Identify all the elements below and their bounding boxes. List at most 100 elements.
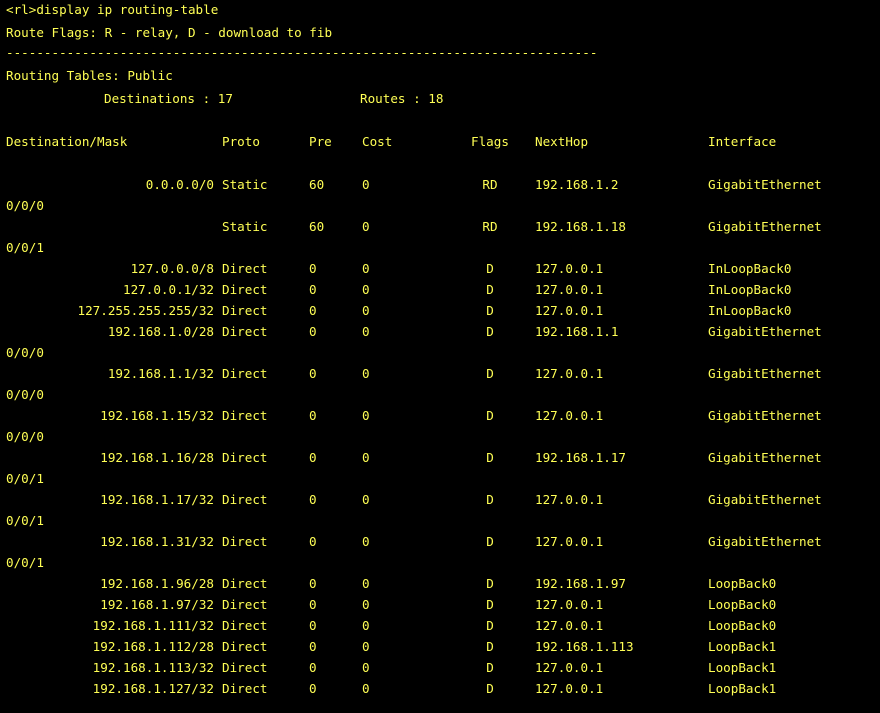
cell-pre: 0 [309,324,317,339]
cell-interface: GigabitEthernet [708,534,822,549]
cell-destination: 192.168.1.1/32 [107,366,214,381]
cell-interface: LoopBack1 [708,639,777,654]
cell-proto: Direct [222,408,268,423]
cell-interface: GigabitEthernet [708,366,822,381]
cell-interface: LoopBack1 [708,660,777,675]
command-prompt-line: <rl>display ip routing-table [6,2,219,17]
cell-nexthop: 127.0.0.1 [535,660,604,675]
header-flags: Flags [471,134,509,149]
routes-count: Routes : 18 [360,91,444,106]
cell-cost: 0 [362,618,370,633]
cell-nexthop: 127.0.0.1 [535,597,604,612]
cell-destination: 192.168.1.127/32 [92,681,214,696]
cell-pre: 0 [309,450,317,465]
header-proto: Proto [222,134,260,149]
cell-destination: 127.0.0.1/32 [123,282,214,297]
cell-nexthop: 127.0.0.1 [535,681,604,696]
cell-cost: 0 [362,282,370,297]
header-destination: Destination/Mask [6,134,128,149]
cell-flags: D [486,282,494,297]
cell-cost: 0 [362,177,370,192]
cell-proto: Direct [222,597,268,612]
cell-pre: 0 [309,282,317,297]
cell-destination: 192.168.1.111/32 [92,618,214,633]
cell-cost: 0 [362,219,370,234]
cell-nexthop: 127.0.0.1 [535,261,604,276]
cell-interface: InLoopBack0 [708,303,792,318]
terminal-window[interactable]: <rl>display ip routing-table Route Flags… [0,0,880,713]
cell-proto: Direct [222,324,268,339]
cell-interface: LoopBack0 [708,597,777,612]
cell-cost: 0 [362,324,370,339]
cell-interface: GigabitEthernet [708,219,822,234]
cell-pre: 0 [309,576,317,591]
cell-interface-wrap: 0/0/1 [6,240,44,255]
cell-interface: GigabitEthernet [708,324,822,339]
cell-flags: D [486,450,494,465]
cell-destination: 192.168.1.15/32 [100,408,214,423]
cell-pre: 60 [309,219,325,234]
cell-nexthop: 127.0.0.1 [535,366,604,381]
cell-pre: 0 [309,492,317,507]
cell-nexthop: 192.168.1.18 [535,219,626,234]
header-pre: Pre [309,134,332,149]
cell-pre: 0 [309,408,317,423]
header-nexthop: NextHop [535,134,589,149]
cell-interface: InLoopBack0 [708,282,792,297]
cell-pre: 0 [309,303,317,318]
cell-cost: 0 [362,660,370,675]
cell-flags: D [486,660,494,675]
cell-proto: Static [222,219,268,234]
cell-pre: 0 [309,681,317,696]
cell-pre: 0 [309,534,317,549]
cell-flags: D [486,492,494,507]
cell-interface-wrap: 0/0/0 [6,345,44,360]
cell-interface: GigabitEthernet [708,492,822,507]
route-flags-legend: Route Flags: R - relay, D - download to … [6,25,333,40]
cell-proto: Direct [222,303,268,318]
cell-nexthop: 127.0.0.1 [535,282,604,297]
cell-flags: D [486,303,494,318]
cell-interface: GigabitEthernet [708,177,822,192]
cell-destination: 192.168.1.16/28 [100,450,214,465]
cell-proto: Direct [222,366,268,381]
cell-nexthop: 127.0.0.1 [535,534,604,549]
cell-flags: D [486,639,494,654]
cell-flags: D [486,576,494,591]
cell-flags: D [486,534,494,549]
cell-destination: 192.168.1.0/28 [107,324,214,339]
cell-nexthop: 127.0.0.1 [535,618,604,633]
cell-cost: 0 [362,366,370,381]
cell-flags: D [486,261,494,276]
cell-flags: RD [482,219,498,234]
cell-proto: Direct [222,534,268,549]
cell-destination: 192.168.1.31/32 [100,534,214,549]
cell-nexthop: 127.0.0.1 [535,408,604,423]
cell-destination: 192.168.1.112/28 [92,639,214,654]
cell-interface: LoopBack0 [708,576,777,591]
cell-proto: Direct [222,492,268,507]
cell-cost: 0 [362,534,370,549]
cell-interface: GigabitEthernet [708,408,822,423]
cell-proto: Static [222,177,268,192]
cell-cost: 0 [362,261,370,276]
cell-pre: 0 [309,618,317,633]
cell-interface: GigabitEthernet [708,450,822,465]
cell-nexthop: 127.0.0.1 [535,303,604,318]
cell-nexthop: 192.168.1.17 [535,450,626,465]
cell-proto: Direct [222,639,268,654]
cell-interface-wrap: 0/0/1 [6,555,44,570]
cell-destination: 0.0.0.0/0 [145,177,214,192]
cell-nexthop: 192.168.1.2 [535,177,619,192]
cell-interface-wrap: 0/0/1 [6,471,44,486]
cell-nexthop: 192.168.1.97 [535,576,626,591]
cell-interface: LoopBack1 [708,681,777,696]
cell-proto: Direct [222,660,268,675]
cell-flags: D [486,324,494,339]
cell-pre: 0 [309,366,317,381]
cell-pre: 0 [309,660,317,675]
cell-flags: D [486,681,494,696]
cell-proto: Direct [222,681,268,696]
cell-flags: D [486,408,494,423]
cell-destination: 192.168.1.96/28 [100,576,214,591]
